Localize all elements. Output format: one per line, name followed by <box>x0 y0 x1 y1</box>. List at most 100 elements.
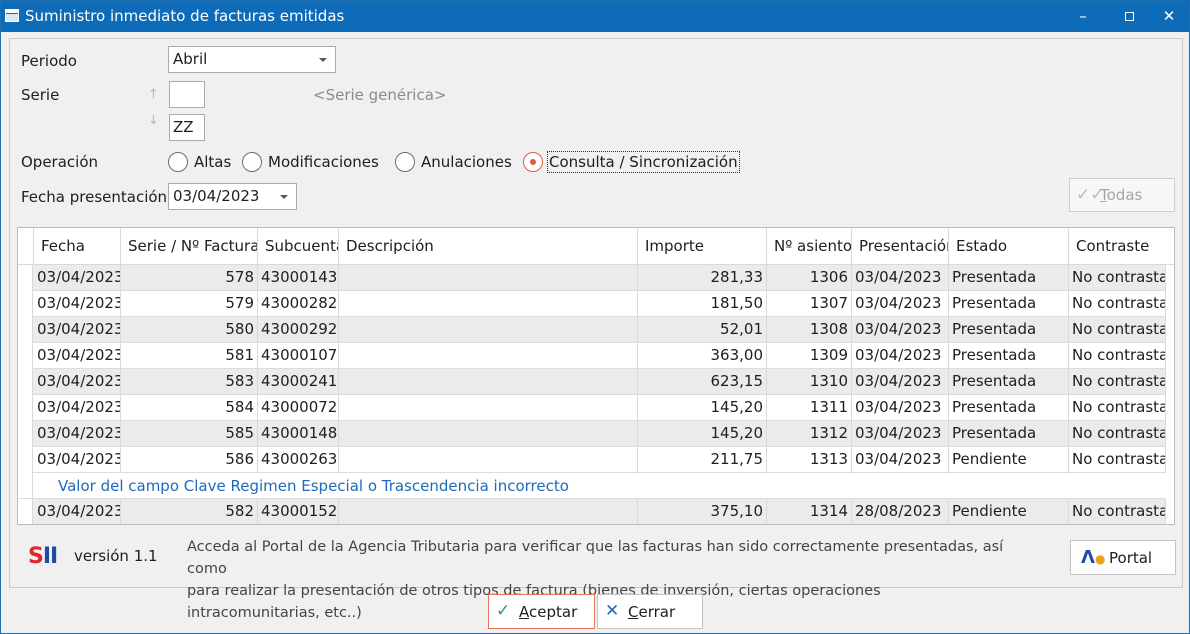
cerrar-button[interactable]: ✕ Cerrar <box>597 594 703 629</box>
cell-fecha: 03/04/2023 <box>34 421 121 447</box>
cell-serie: 584 <box>121 395 258 421</box>
cell-presentacion: 03/04/2023 <box>852 369 949 395</box>
header-presentacion[interactable]: Presentación <box>852 228 949 265</box>
cell-descripcion <box>339 265 638 291</box>
header-estado[interactable]: Estado <box>949 228 1069 265</box>
table-row[interactable]: 03/04/2023 578 430001437 281,33 1306 03/04/20… <box>18 265 1166 291</box>
serie-generica-placeholder: <Serie genérica> <box>313 86 447 104</box>
row-indicator[interactable] <box>18 395 33 421</box>
table-row[interactable]: 03/04/2023 585 430001481 145,20 1312 03/04/20… <box>18 421 1166 447</box>
cell-descripcion <box>339 395 638 421</box>
cell-estado: Presentada <box>949 291 1069 317</box>
row-indicator[interactable] <box>18 291 33 317</box>
table-row[interactable]: 03/04/2023 583 430002413 623,15 1310 03/04/20… <box>18 369 1166 395</box>
cell-importe: 211,75 <box>638 447 767 473</box>
cell-asiento: 1306 <box>767 265 852 291</box>
table-row[interactable]: 03/04/2023 586 430002631 211,75 1313 03/04/20… <box>18 447 1166 473</box>
cell-fecha: 03/04/2023 <box>34 343 121 369</box>
close-window-button[interactable]: ✕ <box>1146 1 1190 32</box>
row-indicator[interactable] <box>18 369 33 395</box>
row-indicator[interactable] <box>18 317 33 343</box>
cell-contraste: No contrastable <box>1069 499 1166 524</box>
periodo-value: Abril <box>173 50 208 68</box>
serie-to-input[interactable]: ZZ <box>169 114 205 141</box>
cell-asiento: 1313 <box>767 447 852 473</box>
cell-subcuenta: 430001073 <box>258 343 339 369</box>
cell-fecha: 03/04/2023 <box>34 291 121 317</box>
cell-asiento: 1311 <box>767 395 852 421</box>
cell-importe: 363,00 <box>638 343 767 369</box>
cell-estado: Presentada <box>949 317 1069 343</box>
cell-subcuenta: 430001526 <box>258 499 339 524</box>
check-icon: ✓ <box>496 601 511 621</box>
cell-contraste: No contrastable <box>1069 369 1166 395</box>
radio-consulta-label[interactable]: Consulta / Sincronización <box>547 151 740 173</box>
serie-from-input[interactable] <box>169 81 205 108</box>
version-label: versión 1.1 <box>74 547 158 565</box>
header-fecha[interactable]: Fecha <box>34 228 121 265</box>
cell-serie: 579 <box>121 291 258 317</box>
table-row[interactable]: 03/04/2023 579 430002826 181,50 1307 03/04/20… <box>18 291 1166 317</box>
radio-consulta[interactable] <box>523 152 543 172</box>
fecha-presentacion-value: 03/04/2023 <box>173 187 260 205</box>
header-subcuenta[interactable]: Subcuenta <box>258 228 339 265</box>
cell-subcuenta: 430001481 <box>258 421 339 447</box>
cell-fecha: 03/04/2023 <box>34 499 121 524</box>
cell-descripcion <box>339 447 638 473</box>
cell-asiento: 1309 <box>767 343 852 369</box>
cell-estado: Presentada <box>949 343 1069 369</box>
table-row[interactable]: 03/04/2023 580 430002921 52,01 1308 03/04/202… <box>18 317 1166 343</box>
cell-serie: 578 <box>121 265 258 291</box>
radio-modificaciones-label[interactable]: Modificaciones <box>268 153 379 171</box>
cell-estado: Presentada <box>949 421 1069 447</box>
cell-serie: 585 <box>121 421 258 447</box>
portal-label: Portal <box>1109 549 1153 567</box>
close-icon: ✕ <box>605 601 620 621</box>
cell-serie: 582 <box>121 499 258 524</box>
cell-presentacion: 03/04/2023 <box>852 343 949 369</box>
operacion-label: Operación <box>21 153 99 171</box>
cell-fecha: 03/04/2023 <box>34 395 121 421</box>
title-bar[interactable]: Suministro inmediato de facturas emitida… <box>1 1 1189 32</box>
cell-contraste: No contrastable <box>1069 291 1166 317</box>
table-row[interactable]: 03/04/2023 581 430001073 363,00 1309 03/04/20… <box>18 343 1166 369</box>
radio-altas-label[interactable]: Altas <box>194 153 231 171</box>
cell-asiento: 1307 <box>767 291 852 317</box>
chevron-down-icon <box>319 58 327 62</box>
row-indicator[interactable] <box>18 447 33 473</box>
header-descripcion[interactable]: Descripción <box>339 228 638 265</box>
facturas-table[interactable]: Fecha Serie / Nº Factura Subcuenta Descr… <box>17 227 1175 525</box>
aceptar-button[interactable]: ✓ Aceptar <box>488 594 595 629</box>
header-serie[interactable]: Serie / Nº Factura <box>121 228 258 265</box>
minimize-button[interactable]: – <box>1060 1 1106 32</box>
serie-label: Serie <box>21 86 60 104</box>
row-indicator[interactable] <box>18 421 33 447</box>
radio-altas[interactable] <box>168 152 188 172</box>
cell-estado: Presentada <box>949 395 1069 421</box>
cell-descripcion <box>339 317 638 343</box>
cell-asiento: 1308 <box>767 317 852 343</box>
periodo-select[interactable]: Abril <box>168 46 336 73</box>
fecha-presentacion-label: Fecha presentación <box>21 188 168 206</box>
table-row[interactable]: 03/04/2023 582 430001526 375,10 1314 28/08/20… <box>18 499 1166 524</box>
fecha-presentacion-select[interactable]: 03/04/2023 <box>168 183 297 210</box>
header-importe[interactable]: Importe <box>638 228 767 265</box>
portal-button[interactable]: Λ● Portal <box>1070 540 1176 575</box>
todas-button[interactable]: ✓✓ Todas <box>1069 178 1175 212</box>
agencia-tributaria-icon: Λ● <box>1081 547 1106 568</box>
row-indicator[interactable] <box>18 265 33 291</box>
radio-modificaciones[interactable] <box>242 152 262 172</box>
row-indicator[interactable] <box>18 499 33 524</box>
cell-presentacion: 03/04/2023 <box>852 317 949 343</box>
table-row[interactable]: 03/04/2023 584 430000728 145,20 1311 03/04/20… <box>18 395 1166 421</box>
cell-subcuenta: 430002413 <box>258 369 339 395</box>
header-asiento[interactable]: Nº asiento <box>767 228 852 265</box>
row-indicator[interactable] <box>18 343 33 369</box>
cell-descripcion <box>339 499 638 524</box>
radio-anulaciones[interactable] <box>395 152 415 172</box>
cell-importe: 623,15 <box>638 369 767 395</box>
radio-anulaciones-label[interactable]: Anulaciones <box>421 153 512 171</box>
cell-fecha: 03/04/2023 <box>34 369 121 395</box>
header-contraste[interactable]: Contraste <box>1069 228 1174 265</box>
arrow-down-icon: ↓ <box>148 113 159 128</box>
